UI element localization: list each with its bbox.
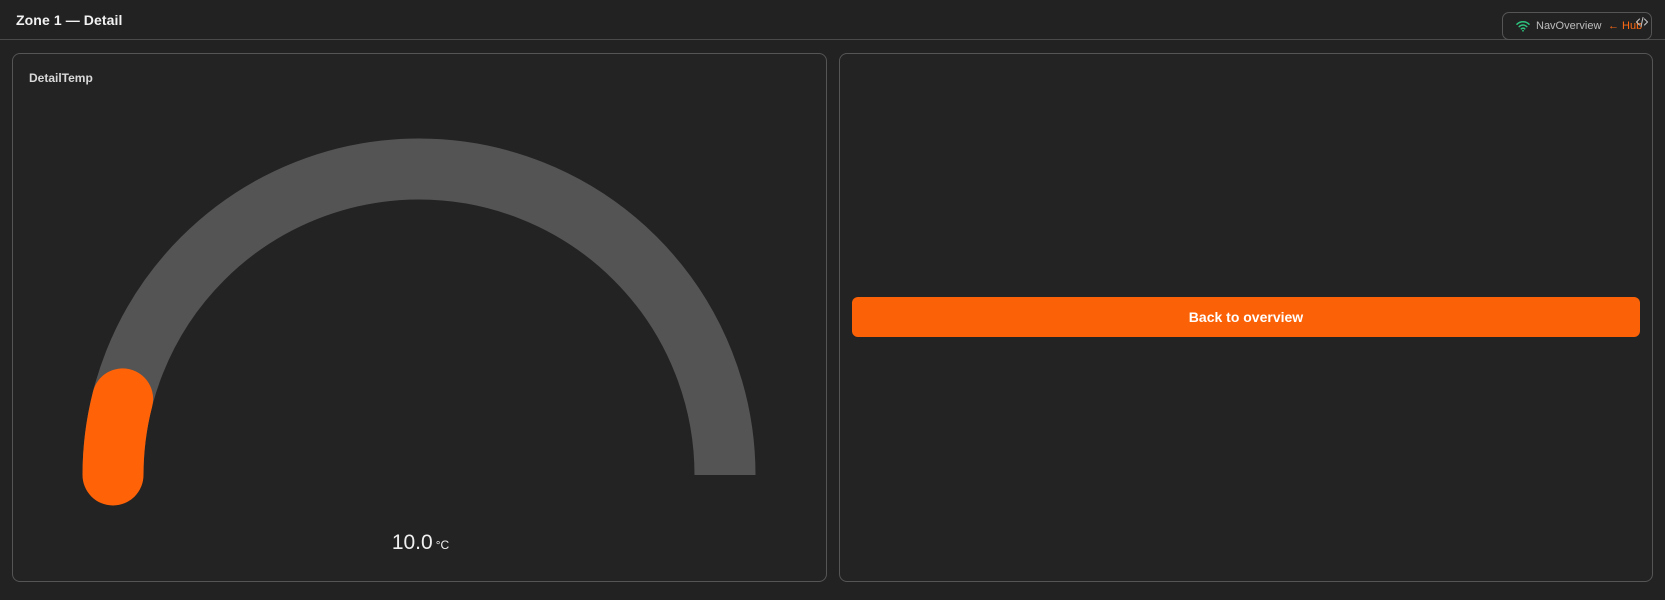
page-title: Zone 1 — Detail xyxy=(16,12,123,28)
gauge-track xyxy=(82,138,756,476)
gauge-card: DetailTemp 10.0 °C xyxy=(12,53,827,582)
code-icon[interactable] xyxy=(1635,16,1649,28)
gauge-value: 10.0 xyxy=(391,531,433,554)
gauge-readout: 10.0 °C xyxy=(13,531,828,555)
nav-status-pill: NavOverview ← Hub xyxy=(1502,12,1652,40)
top-bar: Zone 1 — Detail NavOverview ← Hub xyxy=(0,0,1665,40)
action-card: Back to overview xyxy=(839,53,1653,582)
gauge-fill xyxy=(82,368,154,506)
back-to-overview-button[interactable]: Back to overview xyxy=(852,297,1640,337)
wifi-icon xyxy=(1516,20,1530,32)
gauge-unit: °C xyxy=(435,538,450,552)
nav-status-label: NavOverview xyxy=(1536,20,1602,32)
temperature-gauge xyxy=(82,138,756,506)
